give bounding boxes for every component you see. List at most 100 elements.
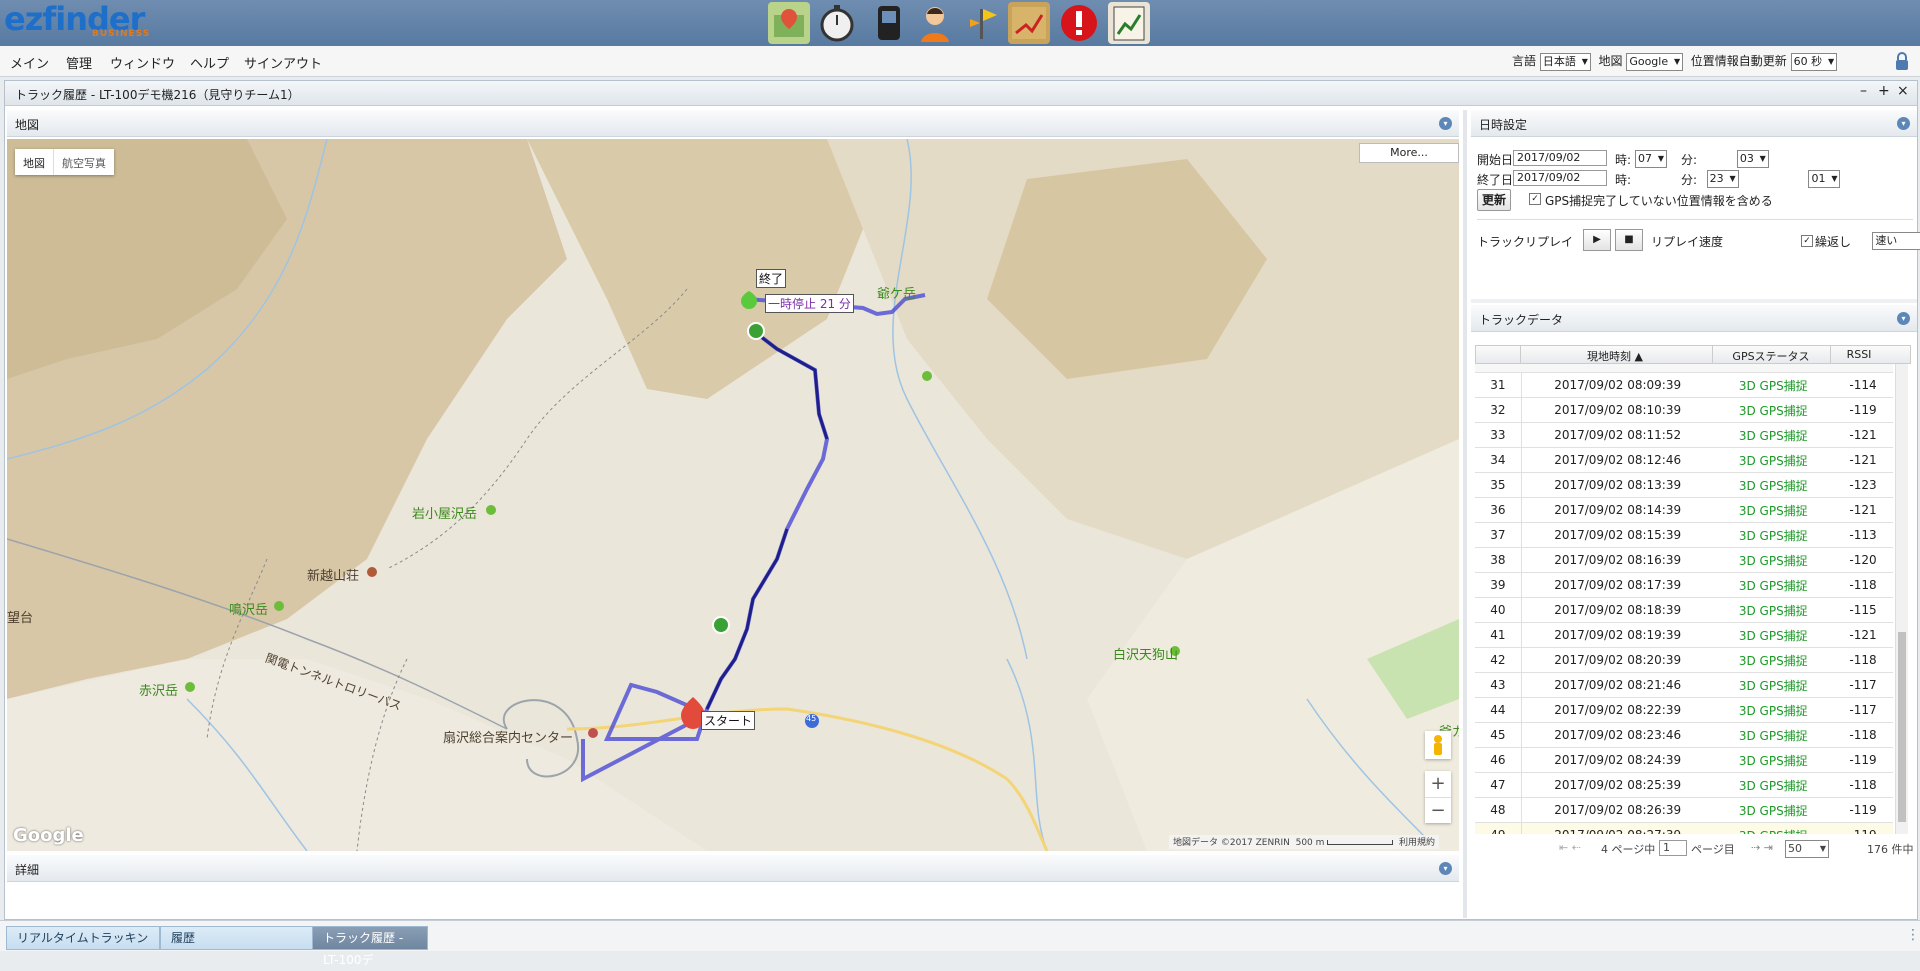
- table-row[interactable]: 35 2017/09/02 08:13:39 3D GPS捕捉 -123: [1475, 472, 1893, 498]
- row-rssi: -118: [1833, 772, 1893, 798]
- row-gps-status: 3D GPS捕捉: [1713, 797, 1834, 823]
- pegman-icon[interactable]: [1425, 731, 1451, 759]
- start-minute-select[interactable]: 03: [1736, 150, 1769, 168]
- menu-window[interactable]: ウィンドウ: [110, 53, 175, 72]
- table-row[interactable]: 41 2017/09/02 08:19:39 3D GPS捕捉 -121: [1475, 622, 1893, 648]
- scrollbar[interactable]: [1895, 364, 1908, 834]
- map-type-map[interactable]: 地図: [15, 149, 54, 175]
- minimize-icon[interactable]: –: [1860, 83, 1867, 99]
- row-rssi: -118: [1833, 572, 1893, 598]
- collapse-icon[interactable]: ▾: [1439, 117, 1452, 130]
- column-header-gps[interactable]: GPSステータス: [1712, 348, 1830, 364]
- stop-button[interactable]: ■: [1615, 229, 1643, 251]
- row-number: 47: [1475, 772, 1522, 798]
- column-header-time[interactable]: 現地時刻 ▲: [1520, 348, 1710, 364]
- user-icon[interactable]: [914, 2, 956, 44]
- lang-select[interactable]: 日本語: [1539, 52, 1591, 71]
- row-number: 33: [1475, 422, 1522, 448]
- task-track-history[interactable]: トラック履歴 - LT-100デ: [312, 926, 428, 967]
- device-icon[interactable]: [868, 2, 910, 44]
- track-panel-header: トラックデータ ▾: [1471, 305, 1917, 332]
- refresh-label: 位置情報自動更新: [1690, 54, 1787, 68]
- table-row[interactable]: 47 2017/09/02 08:25:39 3D GPS捕捉 -118: [1475, 772, 1893, 798]
- row-gps-status: 3D GPS捕捉: [1713, 672, 1834, 698]
- table-row[interactable]: 44 2017/09/02 08:22:39 3D GPS捕捉 -117: [1475, 697, 1893, 723]
- collapse-icon[interactable]: ▾: [1897, 312, 1910, 325]
- table-row[interactable]: 32 2017/09/02 08:10:39 3D GPS捕捉 -119: [1475, 397, 1893, 423]
- gps-option-checkbox[interactable]: ✓: [1529, 193, 1541, 205]
- next-page-icon[interactable]: ⇢ ⇥: [1751, 841, 1773, 854]
- table-row[interactable]: 42 2017/09/02 08:20:39 3D GPS捕捉 -118: [1475, 647, 1893, 673]
- first-page-icon[interactable]: ⇤ ⇠: [1559, 841, 1581, 854]
- table-row[interactable]: 43 2017/09/02 08:21:46 3D GPS捕捉 -117: [1475, 672, 1893, 698]
- row-time: 2017/09/02 08:23:46: [1521, 722, 1714, 748]
- menu-signout[interactable]: サインアウト: [244, 53, 322, 72]
- column-header-rssi[interactable]: RSSI: [1830, 348, 1888, 361]
- more-button[interactable]: More...: [1359, 143, 1459, 163]
- table-row[interactable]: 34 2017/09/02 08:12:46 3D GPS捕捉 -121: [1475, 447, 1893, 473]
- alert-icon[interactable]: [1058, 2, 1100, 44]
- peak-label: 赤沢岳: [139, 684, 179, 699]
- table-row[interactable]: 39 2017/09/02 08:17:39 3D GPS捕捉 -118: [1475, 572, 1893, 598]
- row-gps-status: 3D GPS捕捉: [1713, 422, 1834, 448]
- end-date-input[interactable]: 2017/09/02: [1513, 170, 1607, 186]
- map-type-aerial[interactable]: 航空写真: [54, 149, 114, 175]
- start-hour-select[interactable]: 07: [1635, 150, 1667, 168]
- table-row[interactable]: 45 2017/09/02 08:23:46 3D GPS捕捉 -118: [1475, 722, 1893, 748]
- menu-admin[interactable]: 管理: [66, 53, 92, 72]
- table-row[interactable]: 38 2017/09/02 08:16:39 3D GPS捕捉 -120: [1475, 547, 1893, 573]
- table-row[interactable]: 31 2017/09/02 08:09:39 3D GPS捕捉 -114: [1475, 373, 1893, 398]
- map-view[interactable]: 地図 航空写真 More... 終了 一時停止 21 分 スタート 爺ケ岳 岩小…: [7, 139, 1459, 851]
- splitter[interactable]: [1463, 110, 1467, 918]
- table-row[interactable]: 48 2017/09/02 08:26:39 3D GPS捕捉 -119: [1475, 797, 1893, 823]
- collapse-icon[interactable]: ▾: [1897, 117, 1910, 130]
- update-button[interactable]: 更新: [1477, 189, 1511, 211]
- repeat-checkbox[interactable]: ✓: [1801, 235, 1813, 247]
- table-row[interactable]: 492017/09/02 08:27:393D GPS捕捉-119: [1475, 822, 1893, 834]
- peak-label: 白沢天狗山: [1113, 648, 1179, 663]
- lock-icon[interactable]: [1894, 51, 1910, 74]
- close-icon[interactable]: ×: [1897, 83, 1909, 99]
- per-page-select[interactable]: 50: [1785, 840, 1829, 858]
- row-time: 2017/09/02 08:16:39: [1521, 547, 1714, 573]
- maximize-icon[interactable]: +: [1878, 83, 1890, 99]
- map-select[interactable]: Google: [1626, 52, 1684, 71]
- report-icon[interactable]: [1108, 2, 1150, 44]
- terms-link[interactable]: 利用規約: [1399, 838, 1435, 848]
- zoom-in-button[interactable]: +: [1425, 771, 1451, 797]
- scrollbar-thumb[interactable]: [1898, 632, 1906, 822]
- more-icon[interactable]: ⋮: [1906, 927, 1920, 943]
- row-rssi: -121: [1833, 422, 1893, 448]
- task-history[interactable]: 履歴: [160, 926, 318, 950]
- stopwatch-icon[interactable]: [816, 2, 858, 44]
- page-of-label: 4 ページ中: [1601, 843, 1656, 856]
- table-row[interactable]: 40 2017/09/02 08:18:39 3D GPS捕捉 -115: [1475, 597, 1893, 623]
- refresh-select[interactable]: 60 秒: [1790, 52, 1838, 71]
- table-row[interactable]: 36 2017/09/02 08:14:39 3D GPS捕捉 -121: [1475, 497, 1893, 523]
- map-pin-icon[interactable]: [768, 2, 810, 44]
- table-row[interactable]: 46 2017/09/02 08:24:39 3D GPS捕捉 -119: [1475, 747, 1893, 773]
- row-gps-status: 3D GPS捕捉: [1713, 547, 1834, 573]
- gps-option-label: GPS捕捉完了していない位置情報を含める: [1545, 194, 1773, 208]
- collapse-icon[interactable]: ▾: [1439, 862, 1452, 875]
- page-input[interactable]: 1: [1659, 840, 1687, 856]
- speed-select[interactable]: 速い: [1872, 232, 1920, 250]
- route-map-icon[interactable]: [1008, 2, 1050, 44]
- row-time: 2017/09/02 08:15:39: [1521, 522, 1714, 548]
- table-row[interactable]: 37 2017/09/02 08:15:39 3D GPS捕捉 -113: [1475, 522, 1893, 548]
- flag-icon[interactable]: [960, 2, 1002, 44]
- table-row[interactable]: 33 2017/09/02 08:11:52 3D GPS捕捉 -121: [1475, 422, 1893, 448]
- play-button[interactable]: ▶: [1583, 229, 1611, 251]
- panel-splitter[interactable]: [1471, 299, 1917, 303]
- row-time: 2017/09/02 08:12:46: [1521, 447, 1714, 473]
- start-date-input[interactable]: 2017/09/02: [1513, 150, 1607, 166]
- menu-main[interactable]: メイン: [10, 53, 49, 72]
- end-minute-select[interactable]: 01: [1808, 170, 1841, 188]
- menu-help[interactable]: ヘルプ: [190, 53, 229, 72]
- end-hour-select[interactable]: 23: [1706, 170, 1739, 188]
- track-panel-title: トラックデータ: [1479, 313, 1564, 327]
- task-realtime[interactable]: リアルタイムトラッキン: [6, 926, 160, 950]
- row-rssi: -119: [1833, 397, 1893, 423]
- map-terrain: [7, 139, 1459, 851]
- zoom-out-button[interactable]: −: [1425, 797, 1451, 824]
